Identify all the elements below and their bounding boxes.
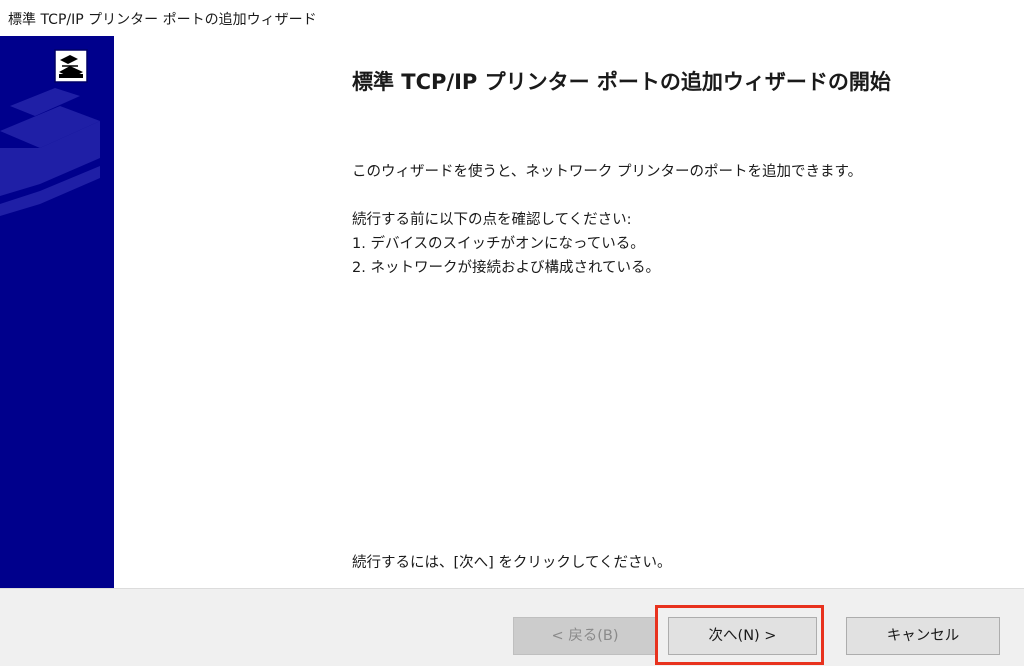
printer-wizard-icon	[54, 49, 88, 83]
checklist: 続行する前に以下の点を確認してください: 1. デバイスのスイッチがオンになって…	[352, 208, 660, 280]
title-bar: 標準 TCP/IP プリンター ポートの追加ウィザード	[0, 0, 1024, 36]
wizard-content: 標準 TCP/IP プリンター ポートの追加ウィザードの開始 このウィザードを使…	[114, 36, 1024, 588]
back-button[interactable]: < 戻る(B)	[513, 617, 657, 655]
intro-text: このウィザードを使うと、ネットワーク プリンターのポートを追加できます。	[352, 164, 863, 180]
printer-illustration	[0, 49, 100, 216]
button-bar: < 戻る(B) 次へ(N) > キャンセル	[0, 588, 1024, 666]
next-button[interactable]: 次へ(N) >	[668, 617, 817, 655]
window-title: 標準 TCP/IP プリンター ポートの追加ウィザード	[8, 12, 317, 28]
page-title: 標準 TCP/IP プリンター ポートの追加ウィザードの開始	[352, 70, 891, 94]
wizard-window: 標準 TCP/IP プリンター ポートの追加ウィザード 標準 TCP/IP プリ	[0, 0, 1024, 666]
checklist-header: 続行する前に以下の点を確認してください:	[352, 212, 632, 228]
wizard-banner	[0, 36, 114, 588]
cancel-button[interactable]: キャンセル	[846, 617, 1000, 655]
continue-instruction: 続行するには、[次へ] をクリックしてください。	[352, 555, 672, 571]
checklist-item: 1. デバイスのスイッチがオンになっている。	[352, 236, 645, 252]
checklist-item: 2. ネットワークが接続および構成されている。	[352, 260, 661, 276]
